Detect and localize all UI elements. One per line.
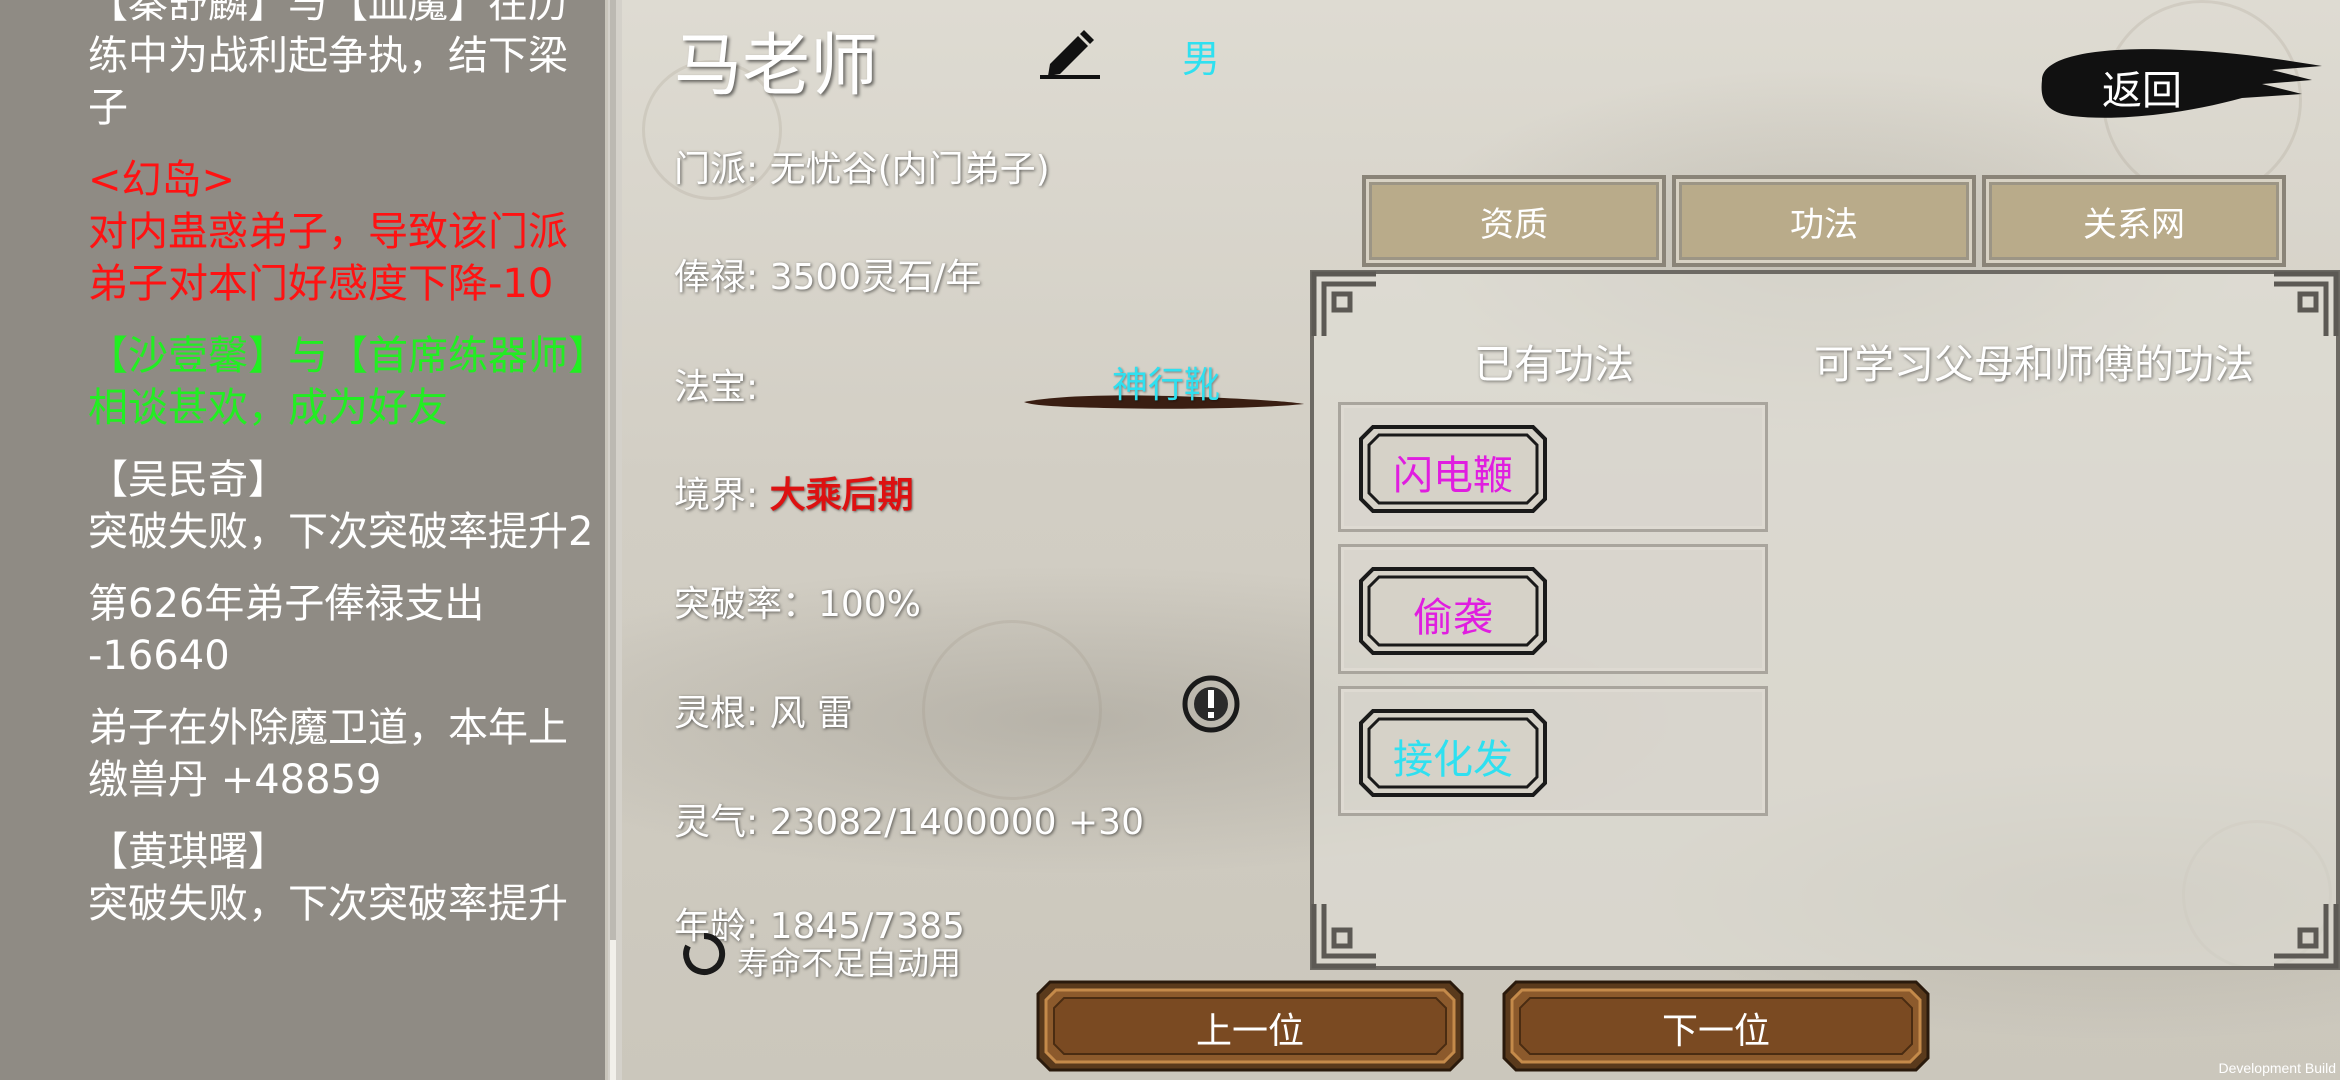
owned-skills-title: 已有功法 (1474, 342, 1634, 388)
log-scrollbar-track (610, 0, 616, 1080)
next-disciple-button[interactable]: 下一位 (1502, 980, 1930, 1072)
skill-row: 偷袭 (1338, 544, 1768, 674)
prev-disciple-button[interactable]: 上一位 (1036, 980, 1464, 1072)
tab-skills[interactable]: 功法 (1672, 175, 1976, 267)
development-build-label: Development Build (2218, 1060, 2336, 1076)
character-name: 马老师 (674, 27, 879, 106)
tab-relations[interactable]: 关系网 (1982, 175, 2286, 267)
skill-button-sneak-attack[interactable]: 偷袭 (1357, 565, 1549, 657)
auto-use-label: 寿命不足自动用 (737, 944, 962, 982)
skill-row: 接化发 (1338, 686, 1768, 816)
corner-ornament (2274, 904, 2339, 969)
log-entry: 【黄琪曙】 突破失败，下次突破率提升 (88, 829, 568, 927)
treasure-label: 法宝: (674, 367, 759, 408)
back-label: 返回 (2102, 68, 2182, 114)
skill-name: 闪电鞭 (1393, 453, 1513, 499)
qi-info: 灵气: 23082/1400000 +30 (674, 802, 1144, 843)
breakthrough-rate: 突破率：100% (674, 584, 921, 625)
event-log-list[interactable]: 【秦舒麟】与【血魔】在历练中为战利起争执，结下梁子 <幻岛> 对内蛊惑弟子，导致… (0, 0, 600, 950)
log-entry: 【沙壹馨】与【首席练器师】相谈甚欢，成为好友 (88, 333, 588, 431)
sect-info: 门派: 无忧谷(内门弟子) (674, 149, 1050, 190)
corner-ornament (1311, 904, 1376, 969)
gender-label: 男 (1182, 37, 1221, 81)
realm-info: 境界: 大乘后期 (674, 466, 914, 518)
log-scrollbar-thumb[interactable] (610, 940, 616, 1080)
spirit-root: 灵根: 风 雷 (674, 693, 854, 734)
learnable-skills-title: 可学习父母和师傅的功法 (1814, 342, 2254, 388)
skill-row: 闪电鞭 (1338, 402, 1768, 532)
treasure-name[interactable]: 神行靴 (1112, 356, 1220, 408)
log-entry: 弟子在外除魔卫道，本年上缴兽丹 +48859 (88, 705, 568, 803)
edit-pencil-icon[interactable] (1040, 28, 1100, 80)
skill-button-lightning-whip[interactable]: 闪电鞭 (1357, 423, 1549, 515)
skills-panel: 已有功法 可学习父母和师傅的功法 闪电鞭 偷袭 接化发 (1310, 270, 2340, 970)
skill-name: 偷袭 (1413, 595, 1493, 641)
log-entry: 第626年弟子俸禄支出 -16640 (88, 581, 485, 679)
skill-button-receive-transform-release[interactable]: 接化发 (1357, 707, 1549, 799)
log-entry: <幻岛> 对内蛊惑弟子，导致该门派弟子对本门好感度下降-10 (88, 157, 568, 307)
info-icon[interactable] (1182, 675, 1240, 733)
log-entry: 【秦舒麟】与【血魔】在历练中为战利起争执，结下梁子 (88, 0, 568, 131)
corner-ornament (2274, 271, 2339, 336)
salary-info: 俸禄: 3500灵石/年 (674, 257, 982, 298)
tab-aptitude[interactable]: 资质 (1362, 175, 1666, 267)
event-log-panel[interactable]: 【秦舒麟】与【血魔】在历练中为战利起争执，结下梁子 <幻岛> 对内蛊惑弟子，导致… (0, 0, 605, 1080)
realm-label: 境界: (674, 475, 770, 516)
auto-use-toggle[interactable] (682, 932, 726, 976)
back-button[interactable]: 返回 (2022, 40, 2322, 130)
background-swirl (922, 620, 1102, 800)
realm-value: 大乘后期 (769, 475, 914, 516)
next-label: 下一位 (1661, 1011, 1770, 1052)
log-scrollbar[interactable] (608, 0, 622, 1080)
character-detail-screen: 马老师 男 门派: 无忧谷(内门弟子) 俸禄: 3500灵石/年 法宝: 神行靴… (622, 0, 2340, 1080)
corner-ornament (1311, 271, 1376, 336)
log-entry: 【吴民奇】 突破失败，下次突破率提升2 (88, 457, 594, 555)
skill-name: 接化发 (1393, 737, 1513, 783)
prev-label: 上一位 (1195, 1011, 1304, 1052)
